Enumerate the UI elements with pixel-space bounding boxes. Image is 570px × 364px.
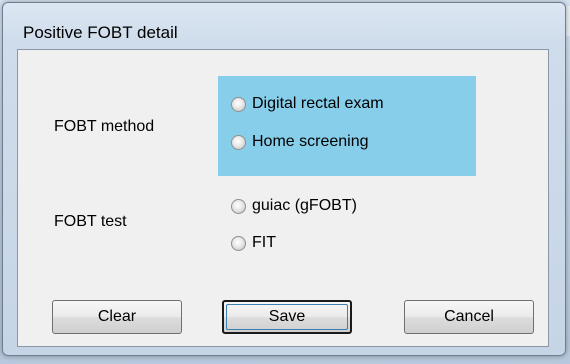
- cancel-button[interactable]: Cancel: [404, 300, 534, 334]
- dialog-window: Positive FOBT detail FOBT method Digital…: [2, 2, 566, 356]
- dialog-content: FOBT method Digital rectal exam Home scr…: [17, 49, 549, 347]
- radio-label-home-screening[interactable]: Home screening: [252, 133, 369, 151]
- radio-digital-rectal-exam[interactable]: Digital rectal exam: [231, 93, 384, 115]
- clear-button[interactable]: Clear: [52, 300, 182, 334]
- radio-button[interactable]: [231, 235, 246, 251]
- save-button[interactable]: Save: [222, 300, 352, 334]
- radio-fit[interactable]: FIT: [231, 232, 276, 254]
- radio-button[interactable]: [231, 96, 246, 112]
- radio-guiac-gfobt[interactable]: guiac (gFOBT): [231, 195, 357, 217]
- fobt-method-group: Digital rectal exam Home screening: [218, 76, 476, 176]
- radio-label-fit[interactable]: FIT: [252, 234, 276, 252]
- title-bar[interactable]: Positive FOBT detail: [3, 3, 565, 42]
- window-title: Positive FOBT detail: [23, 23, 178, 42]
- radio-label-digital-rectal-exam[interactable]: Digital rectal exam: [252, 95, 384, 113]
- fobt-method-label: FOBT method: [54, 118, 155, 135]
- radio-button[interactable]: [231, 198, 246, 214]
- radio-label-guiac-gfobt[interactable]: guiac (gFOBT): [252, 197, 357, 215]
- radio-home-screening[interactable]: Home screening: [231, 131, 369, 153]
- radio-button[interactable]: [231, 134, 246, 150]
- fobt-test-label: FOBT test: [54, 213, 127, 230]
